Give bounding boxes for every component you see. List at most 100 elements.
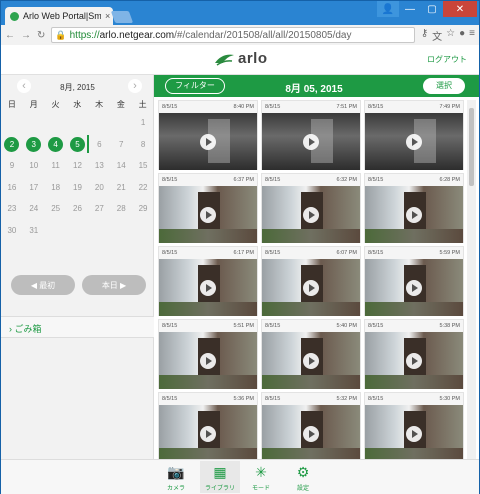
minimize-button[interactable]: —	[399, 1, 421, 17]
back-arrow-icon[interactable]: ←	[5, 30, 15, 41]
calendar-day[interactable]: 14	[114, 158, 129, 173]
clip-thumbnail[interactable]	[159, 405, 257, 459]
clip-thumbnail[interactable]	[365, 113, 463, 170]
calendar-day[interactable]: 23	[4, 201, 19, 216]
clip-card[interactable]: 8/5/15 7:51 PM	[261, 100, 361, 170]
today-button[interactable]: 本日 ▶	[82, 275, 146, 295]
calendar-day[interactable]: 11	[48, 158, 63, 173]
clip-card[interactable]: 8/5/15 5:36 PM	[158, 392, 258, 459]
clip-card[interactable]: 8/5/15 5:30 PM	[364, 392, 464, 459]
calendar-day[interactable]: 7	[114, 137, 129, 152]
clip-card[interactable]: 8/5/15 7:49 PM	[364, 100, 464, 170]
trash-link[interactable]: › ごみ箱	[1, 316, 154, 338]
calendar-day[interactable]: 22	[136, 180, 151, 195]
calendar-day[interactable]: 19	[70, 180, 85, 195]
calendar-day[interactable]: 13	[92, 158, 107, 173]
address-bar[interactable]: 🔒 https://arlo.netgear.com/#/calendar/20…	[51, 27, 415, 43]
logout-link[interactable]: ログアウト	[427, 54, 467, 65]
tab-close-icon[interactable]: ×	[105, 11, 110, 21]
scrollbar-thumb[interactable]	[469, 108, 474, 186]
browser-tab[interactable]: Arlo Web Portal|Smart ×	[5, 7, 113, 25]
next-month-button[interactable]: ›	[128, 79, 142, 93]
key-icon[interactable]: ⚷	[421, 28, 428, 43]
clip-thumbnail[interactable]	[262, 113, 360, 170]
play-icon[interactable]	[303, 206, 319, 223]
calendar-day[interactable]: 31	[26, 223, 41, 238]
calendar-day[interactable]: 16	[4, 180, 19, 195]
calendar-day[interactable]: 29	[136, 201, 151, 216]
filter-button[interactable]: フィルター	[165, 78, 225, 94]
clip-card[interactable]: 8/5/15 5:59 PM	[364, 246, 464, 316]
calendar-day[interactable]: 2	[4, 136, 20, 152]
clip-thumbnail[interactable]	[365, 332, 463, 389]
calendar-day[interactable]: 15	[136, 158, 151, 173]
calendar-day[interactable]: 21	[114, 180, 129, 195]
reload-icon[interactable]: ↻	[37, 30, 45, 41]
clip-thumbnail[interactable]	[159, 113, 257, 170]
clip-thumbnail[interactable]	[159, 186, 257, 243]
calendar-day[interactable]: 3	[26, 136, 42, 152]
nav-library[interactable]: ▦ ライブラリ	[200, 461, 240, 493]
play-icon[interactable]	[200, 206, 216, 223]
play-icon[interactable]	[406, 352, 422, 369]
clip-card[interactable]: 8/5/15 6:28 PM	[364, 173, 464, 243]
nav-camera[interactable]: 📷 カメラ	[156, 463, 196, 492]
play-icon[interactable]	[406, 206, 422, 223]
clip-card[interactable]: 8/5/15 5:32 PM	[261, 392, 361, 459]
clip-thumbnail[interactable]	[262, 405, 360, 459]
calendar-day[interactable]: 5	[70, 136, 85, 152]
new-tab-button[interactable]	[110, 11, 134, 23]
menu-icon[interactable]: ≡	[469, 28, 475, 43]
clip-thumbnail[interactable]	[262, 332, 360, 389]
user-profile-icon[interactable]: 👤	[377, 1, 399, 17]
play-icon[interactable]	[406, 425, 422, 442]
clip-thumbnail[interactable]	[159, 259, 257, 316]
calendar-day[interactable]: 10	[26, 158, 41, 173]
clip-thumbnail[interactable]	[365, 259, 463, 316]
calendar-day[interactable]: 26	[70, 201, 85, 216]
calendar-day[interactable]: 28	[114, 201, 129, 216]
scrollbar[interactable]	[467, 100, 476, 459]
nav-settings[interactable]: ⚙ 設定	[283, 463, 323, 492]
play-icon[interactable]	[200, 425, 216, 442]
calendar-day[interactable]: 1	[136, 115, 151, 130]
clip-thumbnail[interactable]	[159, 332, 257, 389]
clip-card[interactable]: 8/5/15 5:38 PM	[364, 319, 464, 389]
nav-mode[interactable]: ✳ モード	[241, 463, 281, 492]
maximize-button[interactable]: ▢	[421, 1, 443, 17]
account-icon[interactable]: ●	[459, 28, 465, 43]
clip-card[interactable]: 8/5/15 6:07 PM	[261, 246, 361, 316]
calendar-day[interactable]: 12	[70, 158, 85, 173]
play-icon[interactable]	[200, 352, 216, 369]
play-icon[interactable]	[303, 133, 319, 150]
play-icon[interactable]	[303, 425, 319, 442]
clip-card[interactable]: 8/5/15 6:37 PM	[158, 173, 258, 243]
clip-card[interactable]: 8/5/15 5:51 PM	[158, 319, 258, 389]
clip-thumbnail[interactable]	[262, 259, 360, 316]
calendar-day[interactable]: 8	[136, 137, 151, 152]
calendar-day[interactable]: 6	[92, 137, 107, 152]
calendar-day[interactable]: 25	[48, 201, 63, 216]
select-button[interactable]: 選択	[423, 78, 465, 94]
clip-card[interactable]: 8/5/15 6:32 PM	[261, 173, 361, 243]
clip-card[interactable]: 8/5/15 8:40 PM	[158, 100, 258, 170]
play-icon[interactable]	[303, 279, 319, 296]
calendar-day[interactable]: 20	[92, 180, 107, 195]
play-icon[interactable]	[200, 133, 216, 150]
clip-thumbnail[interactable]	[262, 186, 360, 243]
play-icon[interactable]	[406, 279, 422, 296]
calendar-day[interactable]: 9	[4, 158, 19, 173]
calendar-day[interactable]: 30	[4, 223, 19, 238]
clip-card[interactable]: 8/5/15 5:40 PM	[261, 319, 361, 389]
forward-arrow-icon[interactable]: →	[21, 30, 31, 41]
calendar-day[interactable]: 24	[26, 201, 41, 216]
translate-icon[interactable]: 文	[432, 28, 442, 43]
clip-card[interactable]: 8/5/15 6:17 PM	[158, 246, 258, 316]
play-icon[interactable]	[303, 352, 319, 369]
calendar-day[interactable]: 18	[48, 180, 63, 195]
play-icon[interactable]	[406, 133, 422, 150]
calendar-day[interactable]: 17	[26, 180, 41, 195]
play-icon[interactable]	[200, 279, 216, 296]
calendar-day[interactable]: 4	[48, 136, 64, 152]
calendar-day[interactable]: 27	[92, 201, 107, 216]
